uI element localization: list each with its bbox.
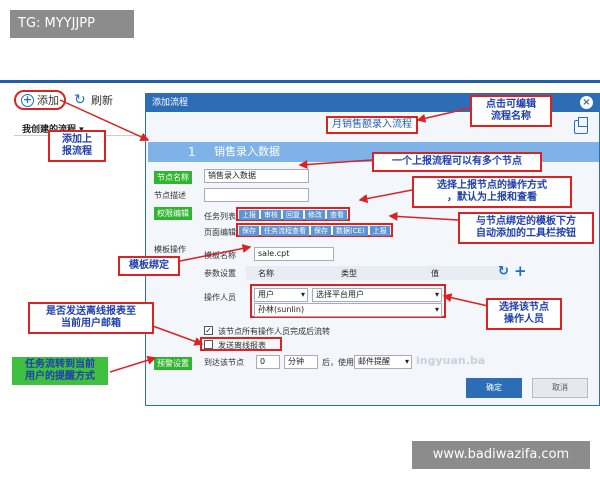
warn-unit-value: 分钟 xyxy=(288,357,304,366)
operators-box: 用户 ▾ 选择平台用户 ▾ 孙林(sunlin) ▾ xyxy=(250,284,446,318)
all-complete-label: 该节点所有操作人员完成后流转 xyxy=(218,327,330,336)
chevron-down-icon: ▾ xyxy=(434,305,439,314)
node-header-label: 销售录入数据 xyxy=(214,145,280,158)
refresh-icon: ↻ xyxy=(74,92,86,108)
warn-after-label: 后，使用 xyxy=(322,358,354,367)
node-name-label: 节点名称 xyxy=(154,171,192,184)
page-buttons-strip: 保存 任务流程查看 保存 数据(CE) 上报 xyxy=(236,223,393,237)
warn-unit-select[interactable]: 分钟 xyxy=(284,355,318,369)
operator-scope-select[interactable]: 选择平台用户 ▾ xyxy=(312,288,442,302)
chevron-down-icon: ▾ xyxy=(300,290,305,299)
operator-user-select[interactable]: 孙林(sunlin) ▾ xyxy=(254,303,442,317)
app-top-border xyxy=(0,80,600,83)
warn-method-select[interactable]: 邮件提醒 ▾ xyxy=(354,355,412,369)
copy-icon[interactable] xyxy=(574,117,588,134)
add-param-icon[interactable]: + xyxy=(514,262,527,280)
task-btn-modify[interactable]: 修改 xyxy=(305,210,325,220)
warn-method-value: 邮件提醒 xyxy=(358,357,390,366)
all-complete-checkbox[interactable]: ✓ xyxy=(204,326,213,335)
note-add-flow: 添加上 报流程 xyxy=(48,130,106,162)
note-operations: 选择上报节点的操作方式 ，默认为上报和查看 xyxy=(412,176,572,208)
template-name-input[interactable]: sale.cpt xyxy=(254,247,334,261)
grid-col-type: 类型 xyxy=(341,269,357,278)
node-desc-input[interactable] xyxy=(204,188,309,202)
note-edit-name: 点击可编辑 流程名称 xyxy=(470,95,552,127)
task-btn-audit[interactable]: 审核 xyxy=(261,210,281,220)
close-icon[interactable]: × xyxy=(580,96,593,109)
operator-scope-value: 选择平台用户 xyxy=(316,290,364,299)
note-template-bind: 模板绑定 xyxy=(118,256,180,276)
note-send-offline: 是否发送离线报表至 当前用户邮箱 xyxy=(28,302,154,334)
page-edit-label: 页面编辑 xyxy=(204,228,236,237)
template-ops-label: 模板操作 xyxy=(154,245,186,254)
permission-label: 权限编辑 xyxy=(154,207,192,220)
node-name-input[interactable]: 销售录入数据 xyxy=(204,169,309,183)
grid-col-name: 名称 xyxy=(258,269,274,278)
operator-type-select[interactable]: 用户 ▾ xyxy=(254,288,308,302)
cancel-button[interactable]: 取消 xyxy=(532,378,588,398)
task-btn-view[interactable]: 查看 xyxy=(327,210,347,220)
chevron-down-icon: ▾ xyxy=(434,290,439,299)
warn-value-input[interactable]: 0 xyxy=(256,355,280,369)
arrive-node-label: 到达该节点 xyxy=(204,358,244,367)
chevron-down-icon: ▾ xyxy=(404,357,409,366)
param-settings-label: 参数设置 xyxy=(204,269,236,278)
page-btn-data[interactable]: 数据(CE) xyxy=(333,226,368,236)
tg-tag: TG: MYYJJPP xyxy=(10,10,134,38)
task-list-label: 任务列表 xyxy=(204,212,236,221)
task-btn-report[interactable]: 上报 xyxy=(239,210,259,220)
node-number: 1 xyxy=(188,145,196,159)
warn-settings-label: 预警设置 xyxy=(154,357,192,370)
note-select-operators: 选择该节点 操作人员 xyxy=(486,298,562,330)
offline-report-checkbox[interactable] xyxy=(204,340,213,349)
flow-name-field[interactable]: 月销售额录入流程 xyxy=(326,116,418,134)
grid-col-value: 值 xyxy=(431,269,439,278)
operator-type-value: 用户 xyxy=(258,290,274,299)
refresh-button[interactable]: ↻ 刷新 xyxy=(74,90,113,110)
operator-user-value: 孙林(sunlin) xyxy=(258,305,305,314)
page-btn-flow-view[interactable]: 任务流程查看 xyxy=(261,226,309,236)
offline-report-label: 发送离线报表 xyxy=(218,341,266,350)
page-btn-report[interactable]: 上报 xyxy=(369,226,390,236)
page-btn-save[interactable]: 保存 xyxy=(239,226,259,236)
node-desc-label: 节点描述 xyxy=(154,191,186,200)
template-name-label: 模板名称 xyxy=(204,251,236,260)
add-button[interactable]: + 添加 xyxy=(14,90,66,110)
note-reminder: 任务流转到当前 用户的提醒方式 xyxy=(12,357,108,385)
note-toolbar-buttons: 与节点绑定的模板下方 自动添加的工具栏按钮 xyxy=(458,212,594,244)
refresh-grid-icon[interactable]: ↻ xyxy=(498,264,509,279)
add-button-label: 添加 xyxy=(37,94,59,107)
task-btn-reply[interactable]: 回复 xyxy=(283,210,303,220)
page-root: TG: MYYJJPP + 添加 ↻ 刷新 我创建的流程 ▾ 添加流程 × 月销… xyxy=(0,0,600,480)
brand-watermark: ingyuan.ba xyxy=(416,354,486,367)
ok-button[interactable]: 确定 xyxy=(466,378,522,398)
site-tag: www.badiwazifa.com xyxy=(412,441,590,469)
param-grid-header: 名称 类型 值 xyxy=(246,266,508,280)
note-multi-nodes: 一个上报流程可以有多个节点 xyxy=(372,152,542,172)
task-buttons-strip: 上报 审核 回复 修改 查看 xyxy=(236,207,350,221)
plus-circle-icon: + xyxy=(21,92,34,107)
operators-label: 操作人员 xyxy=(204,293,236,302)
left-toolbar: + 添加 ↻ 刷新 xyxy=(14,90,144,110)
page-btn-save-2[interactable]: 保存 xyxy=(311,226,331,236)
add-flow-dialog: 添加流程 × 月销售额录入流程 1 销售录入数据 节点名称 销售录入数据 节点描… xyxy=(145,93,600,406)
refresh-button-label: 刷新 xyxy=(91,94,113,107)
